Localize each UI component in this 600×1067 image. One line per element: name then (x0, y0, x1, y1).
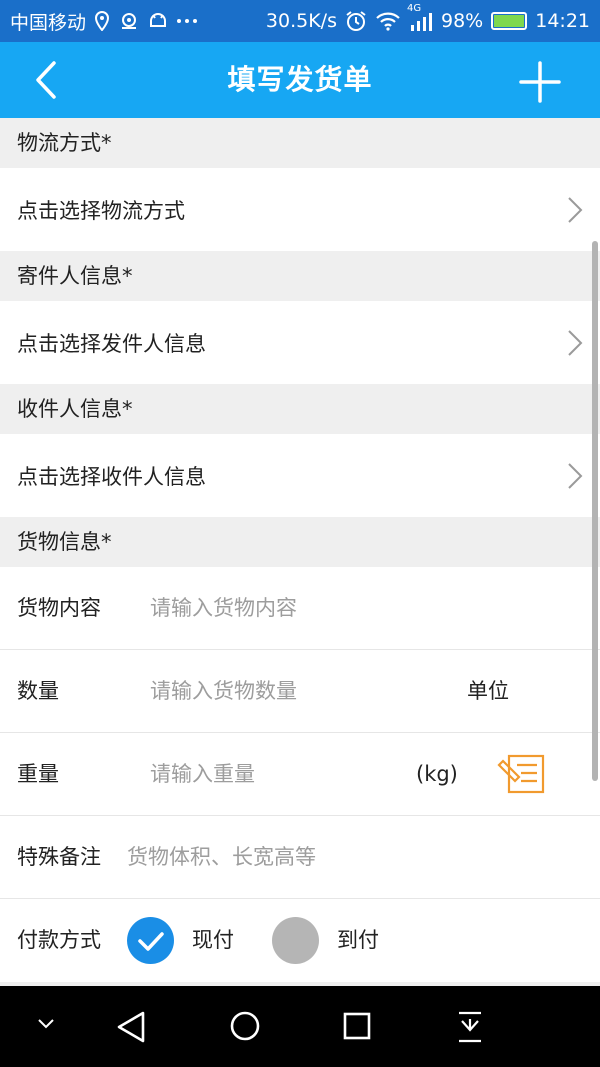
chevron-right-icon (568, 197, 583, 223)
carrier-label: 中国移动 (10, 11, 87, 34)
pay-on-delivery-label[interactable]: 到付 (337, 899, 379, 982)
form-content: 物流方式* 点击选择物流方式 寄件人信息* 点击选择发件人信息 收件人信息* 点… (0, 118, 600, 986)
chevron-down-icon (38, 1019, 54, 1029)
page-title: 填写发货单 (227, 63, 373, 96)
payment-label: 付款方式 (17, 928, 101, 952)
eye-icon (118, 12, 140, 30)
plus-icon (519, 61, 561, 103)
status-bar: 中国移动 30.5K/s 4G 98% 14:21 (0, 0, 600, 42)
checkmark-icon (138, 932, 164, 951)
select-logistics-label: 点击选择物流方式 (17, 198, 185, 223)
nav-home-button[interactable] (229, 1010, 261, 1046)
weight-label: 重量 (17, 762, 59, 786)
weight-input[interactable] (150, 753, 400, 795)
remark-row: 特殊备注 (0, 816, 600, 899)
select-receiver-row[interactable]: 点击选择收件人信息 (0, 434, 600, 517)
add-button[interactable] (518, 60, 562, 104)
triangle-back-icon (117, 1011, 145, 1043)
signal-icon: 4G (407, 3, 433, 31)
nav-recents-button[interactable] (343, 1012, 371, 1044)
android-icon (148, 12, 168, 30)
scrollbar[interactable] (592, 241, 598, 781)
remark-label: 特殊备注 (17, 845, 101, 869)
select-sender-row[interactable]: 点击选择发件人信息 (0, 301, 600, 384)
notepad-button[interactable] (497, 753, 547, 795)
circle-home-icon (230, 1011, 260, 1041)
wifi-icon (375, 11, 401, 31)
square-recents-icon (343, 1012, 371, 1040)
weight-row: 重量 (kg) (0, 733, 600, 816)
chevron-right-icon (568, 330, 583, 356)
location-icon (94, 11, 110, 31)
select-logistics-row[interactable]: 点击选择物流方式 (0, 168, 600, 251)
battery-percent: 98% (441, 10, 484, 32)
section-title-goods: 货物信息* (0, 517, 600, 567)
goods-content-label: 货物内容 (17, 596, 101, 620)
goods-content-input[interactable] (150, 587, 570, 629)
chevron-right-icon (568, 463, 583, 489)
select-sender-label: 点击选择发件人信息 (17, 331, 206, 356)
app-header: 填写发货单 (0, 42, 600, 118)
nav-notification-button[interactable] (456, 1010, 484, 1048)
pay-now-radio[interactable] (127, 917, 174, 964)
more-icon (176, 18, 198, 24)
network-speed: 30.5K/s (265, 10, 337, 32)
network-tag: 4G (407, 3, 422, 14)
battery-fill (494, 15, 524, 27)
pull-down-icon (459, 1011, 481, 1043)
system-nav-bar (0, 986, 600, 1067)
pay-now-label[interactable]: 现付 (192, 899, 234, 982)
payment-row: 付款方式 现付 到付 (0, 899, 600, 982)
select-receiver-label: 点击选择收件人信息 (17, 464, 206, 489)
hide-nav-button[interactable] (34, 1016, 58, 1036)
clock: 14:21 (535, 10, 590, 32)
goods-content-row: 货物内容 (0, 567, 600, 650)
remark-input[interactable] (127, 836, 567, 878)
battery-icon (491, 12, 528, 30)
nav-back-button[interactable] (115, 1010, 147, 1048)
quantity-label: 数量 (17, 679, 59, 703)
unit-selector[interactable]: 单位 (467, 650, 509, 733)
alarm-icon (345, 10, 367, 32)
quantity-input[interactable] (150, 670, 440, 712)
notepad-edit-icon (497, 754, 545, 794)
section-title-sender: 寄件人信息* (0, 251, 600, 301)
weight-unit: (kg) (416, 762, 458, 786)
section-title-receiver: 收件人信息* (0, 384, 600, 434)
quantity-row: 数量 单位 (0, 650, 600, 733)
pay-on-delivery-radio[interactable] (272, 917, 319, 964)
section-title-logistics: 物流方式* (0, 118, 600, 168)
